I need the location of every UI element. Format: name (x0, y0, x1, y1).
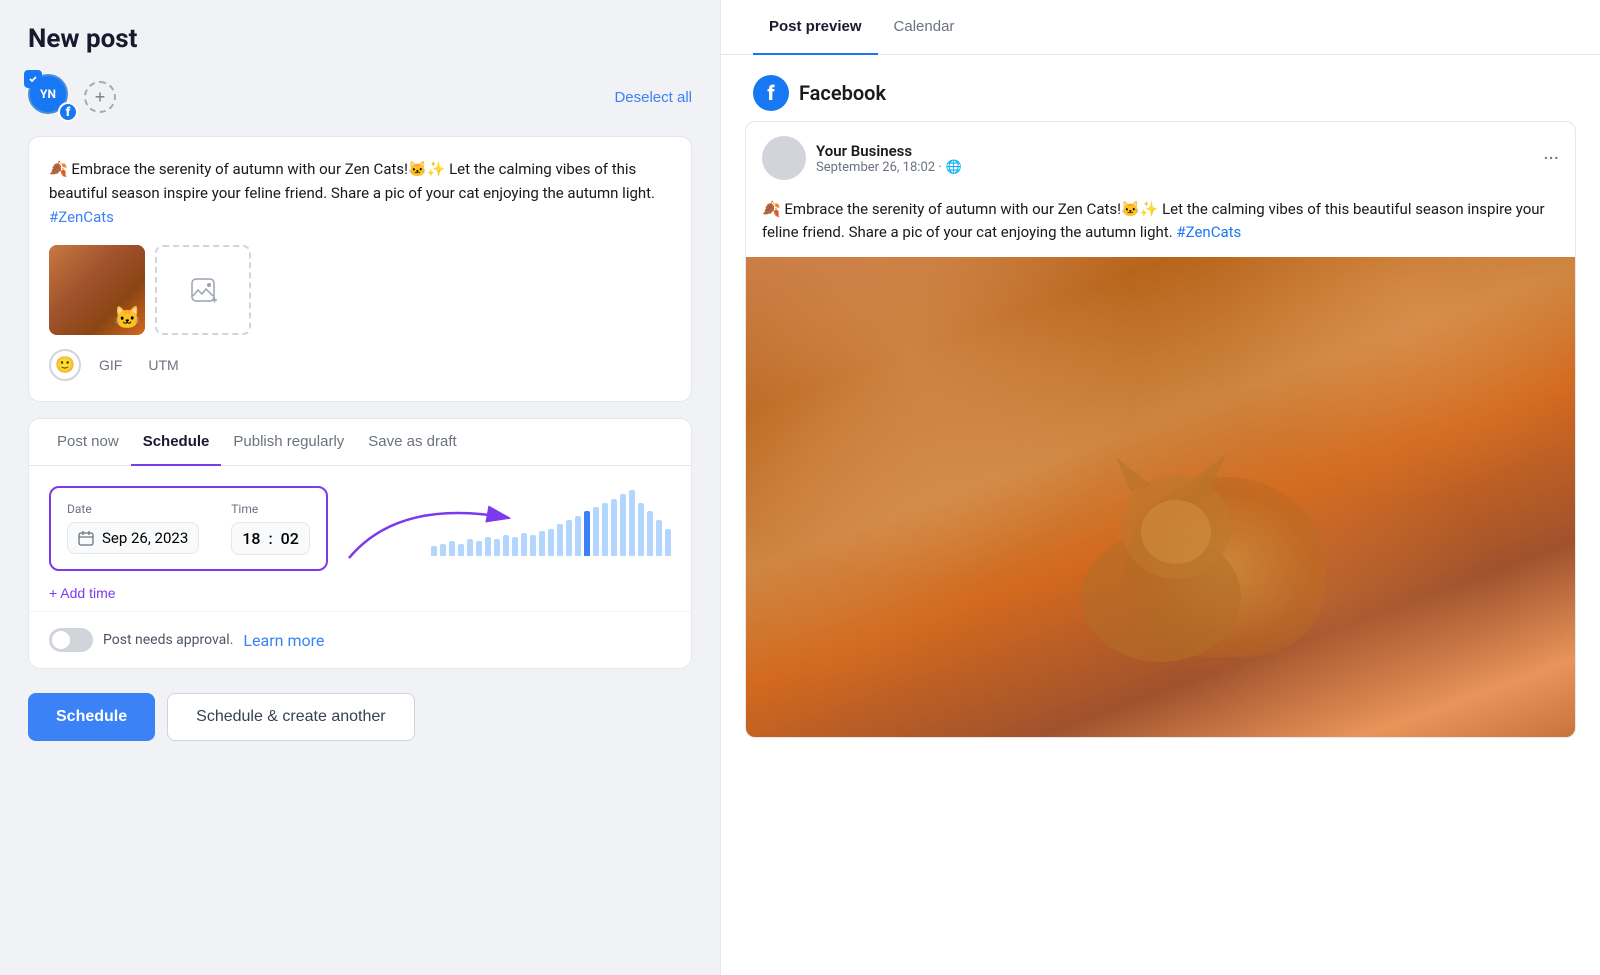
post-text-main: 🍂 Embrace the serenity of autumn with ou… (49, 160, 655, 202)
time-label: Time (231, 502, 310, 516)
chart-bar (656, 520, 662, 556)
schedule-card: Post now Schedule Publish regularly Save… (28, 418, 692, 669)
media-thumbnail[interactable] (49, 245, 145, 335)
compose-card: 🍂 Embrace the serenity of autumn with ou… (28, 136, 692, 402)
approval-text: Post needs approval. (103, 632, 233, 648)
gif-button[interactable]: GIF (91, 353, 130, 377)
cat-image (49, 245, 145, 335)
tab-schedule[interactable]: Schedule (131, 419, 222, 466)
utm-button[interactable]: UTM (140, 353, 186, 377)
fb-post-meta: September 26, 18:02 · 🌐 (816, 160, 1533, 175)
date-value: Sep 26, 2023 (102, 529, 188, 547)
chart-bar (629, 490, 635, 556)
preview-text-main: 🍂 Embrace the serenity of autumn with ou… (762, 200, 1545, 241)
approval-toggle[interactable] (49, 628, 93, 652)
fb-more-button[interactable]: ··· (1543, 146, 1559, 170)
date-label: Date (67, 502, 199, 516)
fb-post-preview: Your Business September 26, 18:02 · 🌐 ··… (745, 121, 1576, 738)
add-account-button[interactable]: + (84, 81, 116, 113)
chart-bar (494, 539, 500, 556)
deselect-all-button[interactable]: Deselect all (614, 89, 692, 106)
tab-publish-regularly[interactable]: Publish regularly (221, 419, 356, 466)
schedule-tabs: Post now Schedule Publish regularly Save… (29, 419, 691, 466)
chart-bar (476, 541, 482, 556)
page-title: New post (28, 24, 692, 54)
chart-bar (458, 544, 464, 556)
facebook-badge: f (58, 102, 78, 122)
chart-bar (638, 503, 644, 556)
chart-bar (593, 507, 599, 556)
time-hours: 18 (242, 529, 260, 548)
chart-bar (584, 511, 590, 556)
platform-name: Facebook (799, 81, 886, 105)
engagement-chart (431, 486, 671, 556)
approval-section: Post needs approval. Learn more (29, 611, 691, 668)
preview-hashtag: #ZenCats (1176, 223, 1241, 241)
calendar-icon (78, 530, 94, 546)
datetime-section: Date Sep 26, 2023 Time 18 (29, 466, 691, 611)
date-input[interactable]: Sep 26, 2023 (67, 522, 199, 554)
account-row: YN f + Deselect all (28, 74, 692, 120)
chart-bar (539, 531, 545, 556)
chart-bar (575, 516, 581, 556)
learn-more-link[interactable]: Learn more (243, 631, 324, 650)
date-group: Date Sep 26, 2023 (67, 502, 199, 555)
chart-bar (566, 520, 572, 556)
fb-post-avatar (762, 136, 806, 180)
toolbar-row: 🙂 GIF UTM (49, 349, 671, 381)
preview-tabs: Post preview Calendar (721, 0, 1600, 55)
fb-preview-text: 🍂 Embrace the serenity of autumn with ou… (746, 194, 1575, 257)
post-meta-text: September 26, 18:02 · (816, 160, 942, 175)
chart-bar (647, 511, 653, 556)
datetime-box: Date Sep 26, 2023 Time 18 (49, 486, 328, 571)
bottom-buttons: Schedule Schedule & create another (28, 685, 692, 749)
platform-header: f Facebook (721, 55, 1600, 121)
time-colon: : (268, 529, 272, 548)
chart-bar (485, 537, 491, 556)
chart-bar (620, 494, 626, 556)
facebook-icon-large: f (753, 75, 789, 111)
time-group: Time 18 : 02 (231, 502, 310, 555)
chart-bar (602, 503, 608, 556)
tab-post-preview[interactable]: Post preview (753, 0, 878, 55)
chart-bar (548, 529, 554, 556)
chart-bar (530, 535, 536, 556)
tab-save-draft[interactable]: Save as draft (356, 419, 468, 466)
add-media-button[interactable] (155, 245, 251, 335)
chart-bar (611, 499, 617, 556)
check-badge (24, 70, 42, 88)
tab-calendar[interactable]: Calendar (878, 0, 971, 55)
fb-user-name: Your Business (816, 142, 1533, 160)
post-hashtag: #ZenCats (49, 208, 114, 226)
left-panel: New post YN f + Deselect all 🍂 Embrace t… (0, 0, 720, 975)
add-time-button[interactable]: + Add time (49, 585, 116, 601)
time-input[interactable]: 18 : 02 (231, 522, 310, 555)
emoji-button[interactable]: 🙂 (49, 349, 81, 381)
fb-user-info: Your Business September 26, 18:02 · 🌐 (816, 142, 1533, 175)
chart-bar (449, 541, 455, 556)
time-minutes: 02 (281, 529, 299, 548)
media-row (49, 245, 671, 335)
schedule-button[interactable]: Schedule (28, 693, 155, 741)
chart-bar (557, 524, 563, 556)
schedule-create-another-button[interactable]: Schedule & create another (167, 693, 414, 741)
chart-bar (512, 537, 518, 556)
cat-silhouette (1021, 417, 1301, 677)
post-text: 🍂 Embrace the serenity of autumn with ou… (49, 157, 671, 229)
fb-post-image (746, 257, 1575, 737)
chart-bar (503, 535, 509, 556)
tab-post-now[interactable]: Post now (45, 419, 131, 466)
chart-bar (440, 544, 446, 556)
right-panel: Post preview Calendar f Facebook Your Bu… (720, 0, 1600, 975)
account-avatar: YN f (28, 74, 74, 120)
globe-icon: 🌐 (946, 160, 962, 175)
fb-post-header: Your Business September 26, 18:02 · 🌐 ··… (746, 122, 1575, 194)
chart-bar (521, 533, 527, 556)
chart-bar (665, 529, 671, 556)
chart-bar (467, 539, 473, 556)
chart-bar (431, 546, 437, 556)
